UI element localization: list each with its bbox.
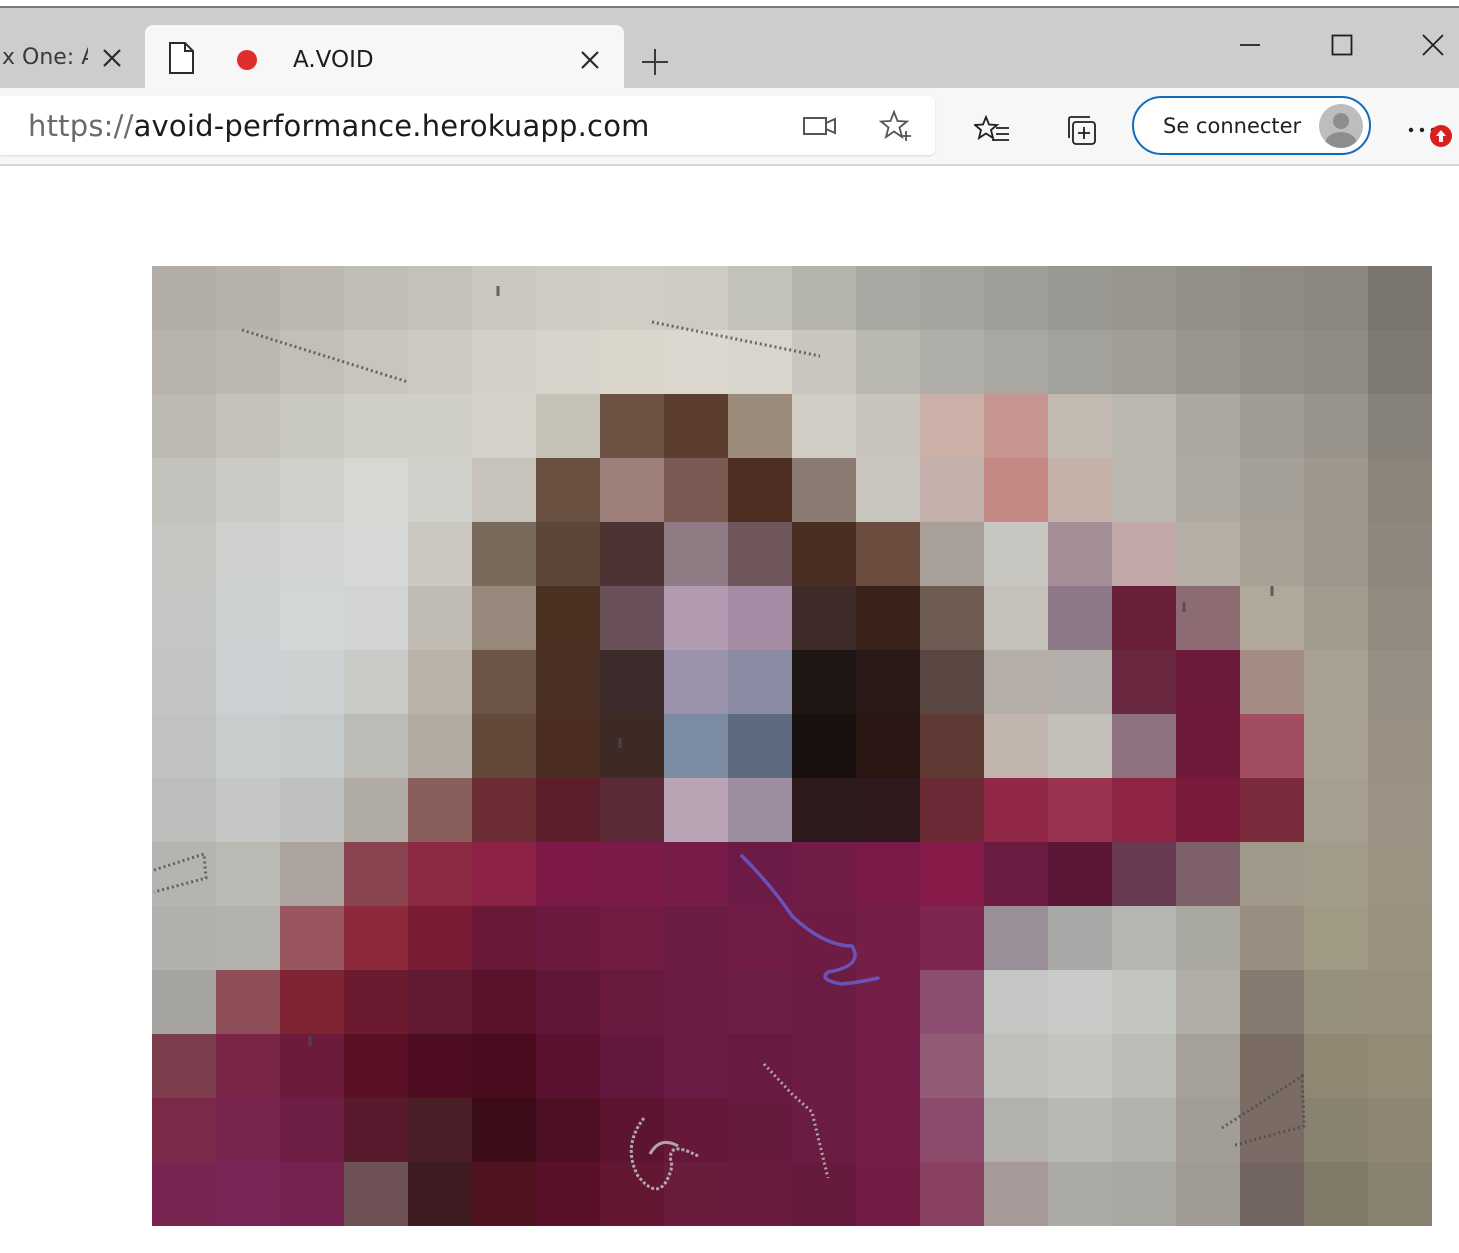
scribble-marks	[153, 286, 1306, 1148]
light-scribble	[629, 1062, 830, 1191]
sign-in-label: Se connecter	[1163, 113, 1302, 138]
tab-close-button[interactable]	[576, 46, 604, 74]
tab-title: x One: A	[2, 45, 88, 70]
add-favorite-button[interactable]	[876, 108, 916, 144]
plus-icon	[642, 49, 668, 75]
maximize-button[interactable]	[1312, 25, 1372, 65]
drawing-overlay	[153, 286, 1306, 1191]
minimize-button[interactable]	[1220, 25, 1280, 65]
tab-other[interactable]: x One: A	[0, 27, 138, 88]
sign-in-button[interactable]: Se connecter	[1132, 96, 1371, 155]
avatar	[1319, 103, 1363, 148]
close-icon	[581, 51, 599, 69]
close-icon	[103, 48, 121, 67]
minimize-icon	[1240, 44, 1260, 46]
close-window-button[interactable]	[1403, 25, 1459, 65]
title-bar: x One: A A.VOID	[0, 0, 1459, 95]
address-bar[interactable]: https://avoid-performance.herokuapp.com	[0, 96, 935, 155]
collections-icon	[1068, 116, 1096, 145]
url-host: avoid-performance.herokuapp.com	[133, 108, 650, 143]
new-tab-button[interactable]	[638, 45, 672, 79]
favorites-icon	[974, 114, 1009, 141]
tab-active[interactable]: A.VOID	[145, 25, 624, 95]
camera-button[interactable]	[800, 108, 840, 144]
camera-icon	[803, 117, 836, 135]
page-icon	[167, 41, 195, 79]
drawn-arrow-stroke	[740, 854, 880, 986]
add-favorite-icon	[879, 109, 911, 141]
recording-indicator-icon	[237, 50, 257, 70]
collections-button[interactable]	[1060, 110, 1104, 150]
tab-title: A.VOID	[293, 47, 374, 73]
favorites-button[interactable]	[970, 110, 1014, 150]
maximize-icon	[1331, 34, 1353, 56]
arrow-up-icon	[1436, 130, 1446, 142]
browser-toolbar: https://avoid-performance.herokuapp.com …	[0, 88, 1459, 166]
url-scheme: https://	[28, 108, 134, 143]
close-icon	[1422, 34, 1444, 56]
update-badge	[1430, 125, 1452, 147]
webcam-image	[152, 266, 1432, 1226]
url-text[interactable]: https://avoid-performance.herokuapp.com	[28, 109, 650, 143]
tab-close-button[interactable]	[98, 44, 126, 72]
